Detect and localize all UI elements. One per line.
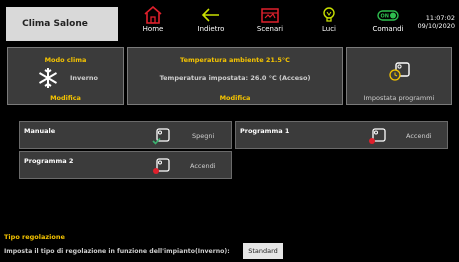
back-arrow-icon	[201, 8, 219, 22]
regulation-title: Tipo regolazione	[4, 233, 65, 241]
toggle-switch-icon: ON	[377, 10, 399, 21]
clock-time: 11:07:02	[425, 14, 455, 22]
mode-value: Inverno	[70, 74, 98, 82]
regulation-type-button[interactable]: Standard	[243, 243, 283, 259]
program-settings-panel[interactable]: Impostata programmi	[346, 47, 452, 105]
nav-lights-label: Luci	[321, 25, 336, 33]
nav-scenes-button[interactable]: Scenari	[245, 6, 295, 38]
program-name: Manuale	[24, 127, 56, 135]
program-name: Programma 1	[240, 127, 290, 135]
nav-commands-button[interactable]: ON Comandi	[363, 6, 413, 38]
toggle-on-text: ON	[381, 14, 389, 20]
scenes-icon	[261, 8, 279, 23]
nav-back-label: Indietro	[197, 25, 225, 33]
temperature-panel[interactable]: Temperatura ambiente 21.5°C Temperatura …	[127, 47, 343, 105]
snowflake-icon	[38, 68, 58, 88]
program-card-1[interactable]: Programma 1 Accendi	[235, 121, 448, 149]
mode-modify-link[interactable]: Modifica	[8, 94, 123, 102]
lightbulb-icon	[323, 7, 335, 22]
program-toggle-button[interactable]: Accendi	[406, 132, 432, 140]
ambient-temperature: Temperatura ambiente 21.5°C	[180, 56, 290, 64]
program-card-manual[interactable]: Manuale Spegni	[19, 121, 232, 149]
room-title: Clima Salone	[6, 7, 118, 41]
clock: 11:07:02 09/10/2020	[418, 14, 455, 30]
program-toggle-button[interactable]: Accendi	[190, 162, 216, 170]
nav-lights-button[interactable]: Luci	[304, 6, 354, 38]
regulation-description: Imposta il tipo di regolazione in funzio…	[4, 248, 230, 255]
nav-home-label: Home	[142, 25, 164, 33]
thermostat-active-icon	[152, 128, 170, 145]
top-bar: Clima Salone Home Indietro Scenari Luci	[0, 0, 459, 41]
program-card-2[interactable]: Programma 2 Accendi	[19, 151, 232, 179]
set-temperature: Temperatura impostata: 26.0 °C (Acceso)	[159, 74, 311, 82]
clock-date: 09/10/2020	[417, 22, 455, 30]
mode-panel[interactable]: Modo clima Inverno Modifica	[7, 47, 124, 105]
program-toggle-button[interactable]: Spegni	[192, 132, 214, 140]
temperature-modify-link[interactable]: Modifica	[128, 94, 342, 102]
program-settings-label: Impostata programmi	[363, 94, 435, 102]
nav-commands-label: Comandi	[372, 25, 404, 33]
thermostat-clock-icon	[389, 62, 410, 81]
thermostat-inactive-icon	[153, 158, 170, 174]
mode-title: Modo clima	[44, 56, 87, 64]
thermostat-inactive-icon	[369, 128, 386, 144]
nav-home-button[interactable]: Home	[128, 6, 178, 38]
nav-back-button[interactable]: Indietro	[186, 6, 236, 38]
program-name: Programma 2	[24, 157, 74, 165]
nav-scenes-label: Scenari	[256, 25, 284, 33]
home-icon	[144, 6, 162, 24]
